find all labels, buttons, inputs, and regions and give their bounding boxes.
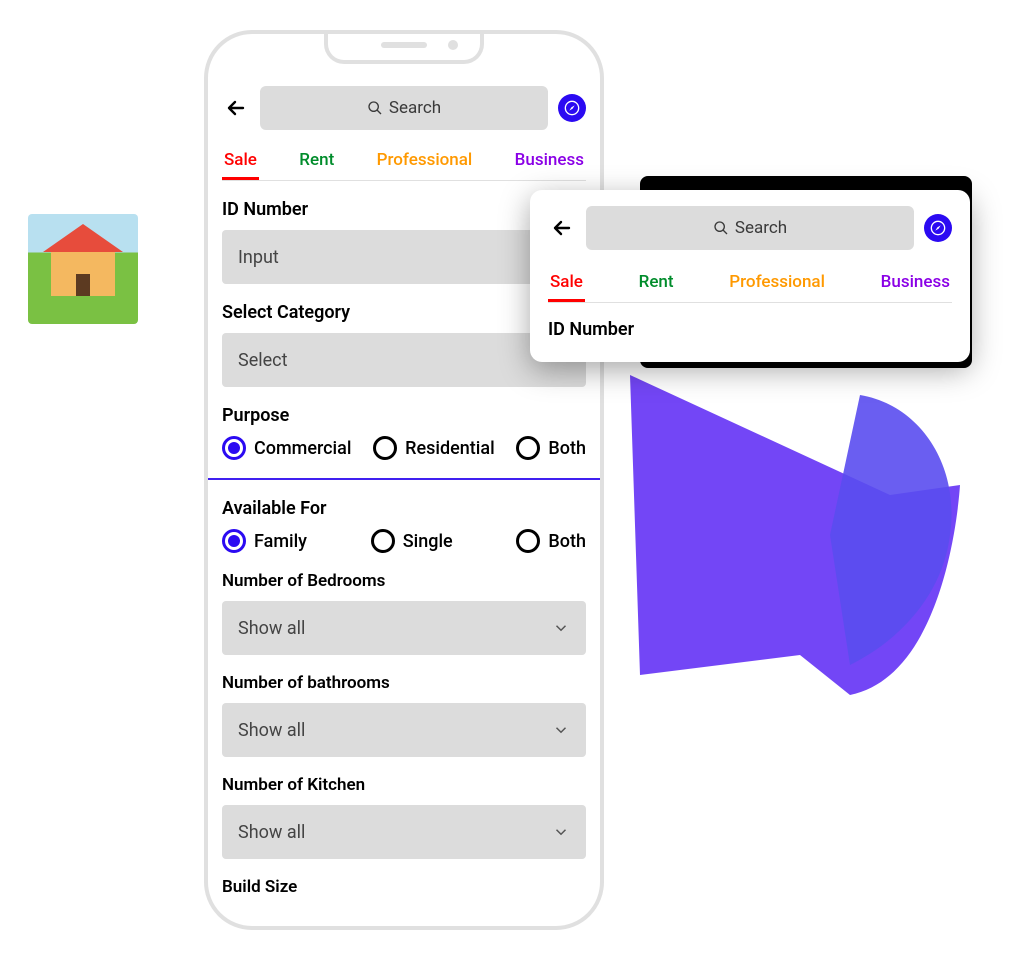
bedrooms-select[interactable]: Show all	[222, 601, 586, 655]
tab-sale[interactable]: Sale	[222, 144, 259, 180]
chevron-down-icon	[552, 721, 570, 739]
radio-label: Single	[403, 531, 453, 552]
search-icon	[367, 100, 383, 116]
build-size-label: Build Size	[222, 877, 586, 897]
purpose-label: Purpose	[222, 405, 586, 426]
compass-button[interactable]	[558, 94, 586, 122]
decorative-purple-shape	[600, 375, 960, 715]
radio-label: Commercial	[254, 438, 351, 459]
bathrooms-value: Show all	[238, 720, 305, 741]
tab-professional[interactable]: Professional	[727, 266, 827, 302]
callout-id-number-label: ID Number	[548, 319, 952, 340]
radio-label: Both	[548, 531, 586, 552]
top-bar: Search	[222, 80, 586, 140]
arrow-left-icon	[224, 96, 248, 120]
phone-notch	[324, 34, 484, 64]
category-tabs: Sale Rent Professional Business	[222, 140, 586, 181]
search-icon	[713, 220, 729, 236]
tab-business[interactable]: Business	[879, 266, 952, 302]
category-placeholder: Select	[238, 350, 287, 371]
radio-icon	[516, 436, 540, 460]
available-single[interactable]: Single	[371, 529, 453, 553]
house-glyph	[43, 234, 123, 304]
purpose-radio-group: Commercial Residential Both	[222, 436, 586, 460]
search-placeholder: Search	[735, 218, 787, 238]
chevron-down-icon	[552, 619, 570, 637]
tab-rent[interactable]: Rent	[637, 266, 676, 302]
bathrooms-label: Number of bathrooms	[222, 673, 586, 693]
compass-icon	[930, 220, 946, 236]
available-family[interactable]: Family	[222, 529, 307, 553]
tab-professional[interactable]: Professional	[375, 144, 475, 180]
purpose-both[interactable]: Both	[516, 436, 586, 460]
bedrooms-label: Number of Bedrooms	[222, 571, 586, 591]
back-button[interactable]	[222, 94, 250, 122]
radio-icon	[373, 436, 397, 460]
radio-label: Family	[254, 531, 307, 552]
search-input[interactable]: Search	[586, 206, 914, 250]
radio-label: Both	[548, 438, 586, 459]
arrow-left-icon	[550, 216, 574, 240]
kitchen-select[interactable]: Show all	[222, 805, 586, 859]
tab-sale[interactable]: Sale	[548, 266, 585, 302]
tab-rent[interactable]: Rent	[297, 144, 336, 180]
radio-label: Residential	[405, 438, 495, 459]
tab-business[interactable]: Business	[513, 144, 586, 180]
purpose-residential[interactable]: Residential	[373, 436, 495, 460]
chevron-down-icon	[552, 823, 570, 841]
compass-icon	[564, 100, 580, 116]
back-button[interactable]	[548, 214, 576, 242]
phone-mockup: Search Sale Rent Professional Business I…	[204, 30, 604, 930]
kitchen-value: Show all	[238, 822, 305, 843]
search-input[interactable]: Search	[260, 86, 548, 130]
kitchen-label: Number of Kitchen	[222, 775, 586, 795]
compass-button[interactable]	[924, 214, 952, 242]
callout-tabs: Sale Rent Professional Business	[548, 262, 952, 303]
available-both[interactable]: Both	[516, 529, 586, 553]
search-placeholder: Search	[389, 98, 441, 118]
available-for-radio-group: Family Single Both	[222, 529, 586, 553]
radio-icon	[371, 529, 395, 553]
radio-icon	[516, 529, 540, 553]
bathrooms-select[interactable]: Show all	[222, 703, 586, 757]
house-app-icon	[28, 214, 138, 324]
id-number-placeholder: Input	[238, 247, 279, 268]
bedrooms-value: Show all	[238, 618, 305, 639]
available-for-label: Available For	[222, 498, 586, 519]
callout-card: Search Sale Rent Professional Business I…	[530, 190, 970, 362]
radio-icon	[222, 436, 246, 460]
purpose-commercial[interactable]: Commercial	[222, 436, 351, 460]
radio-icon	[222, 529, 246, 553]
section-divider	[208, 478, 600, 480]
callout-topbar: Search	[548, 206, 952, 262]
